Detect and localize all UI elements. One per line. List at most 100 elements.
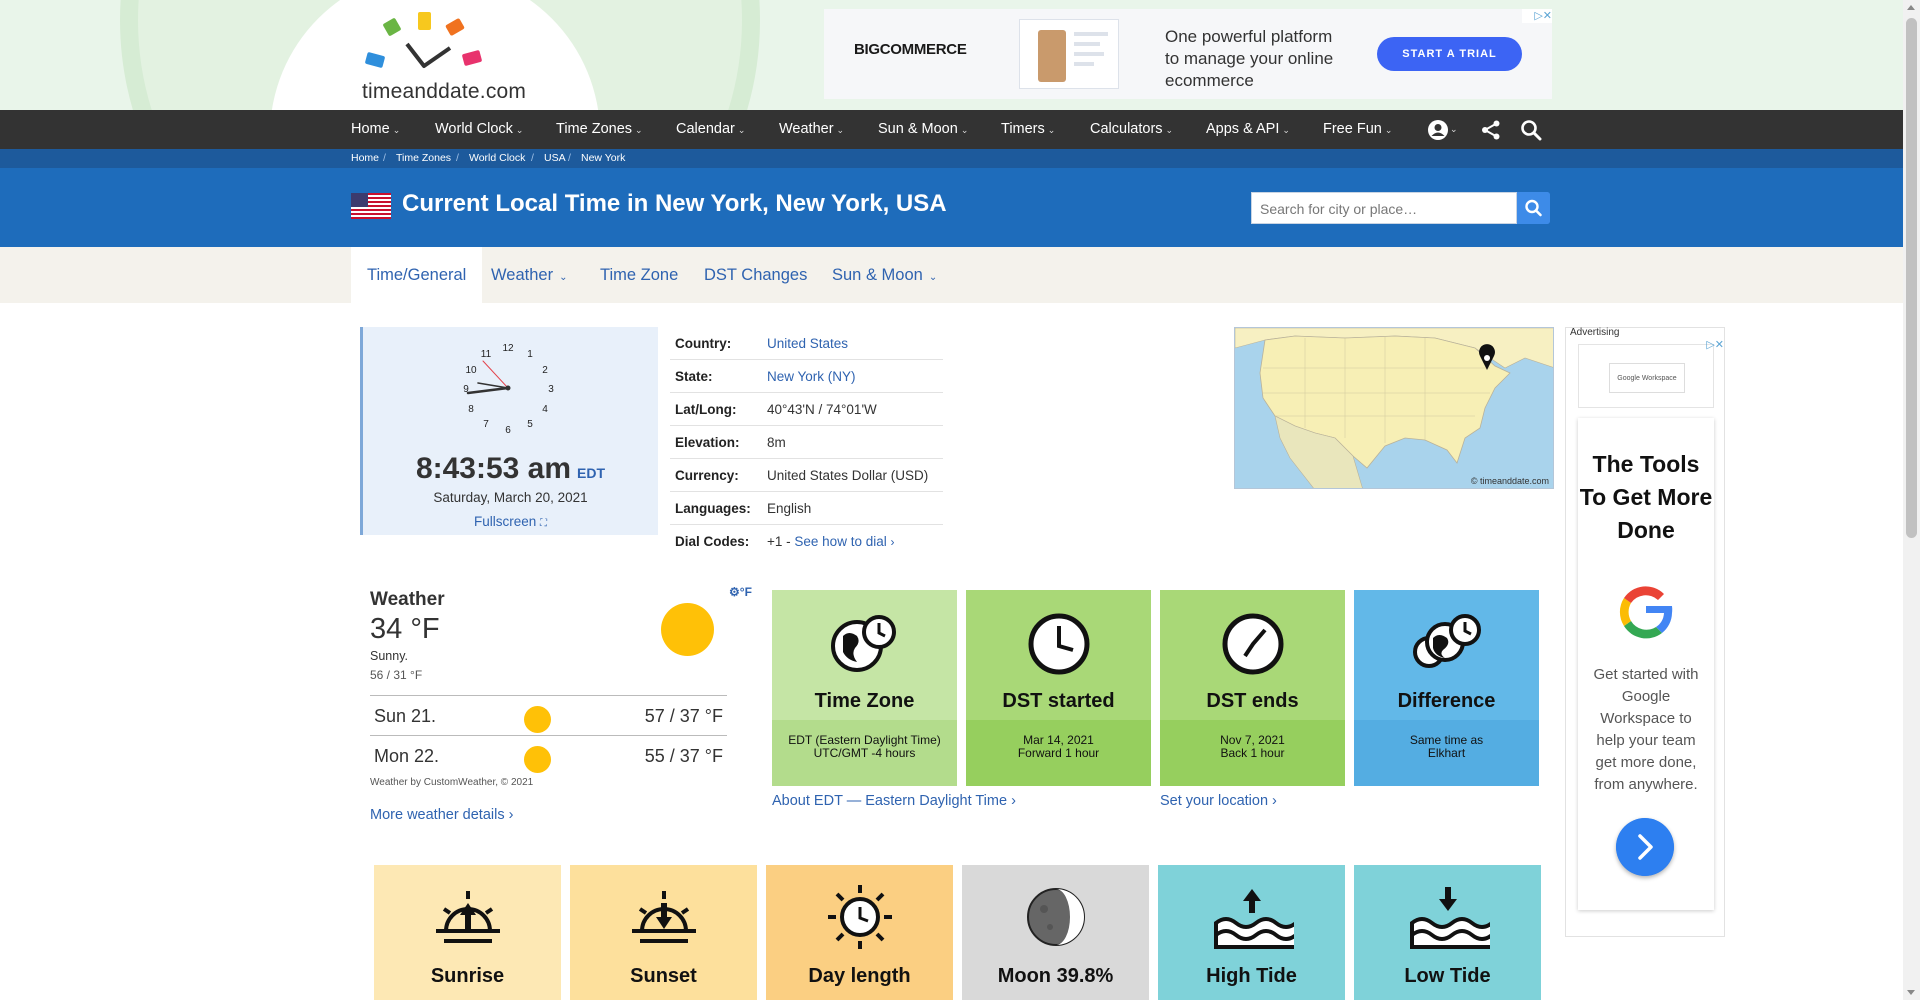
nav-item-weather[interactable]: Weather ⌄	[779, 110, 844, 149]
ad-close-icon[interactable]: ▷✕	[1694, 338, 1724, 352]
city-search-input[interactable]: Search for city or place…	[1251, 192, 1517, 224]
info-row-languages: Languages: English	[670, 492, 943, 525]
breadcrumb-home[interactable]: Home	[351, 152, 379, 164]
ad-body: Get started with Google Workspace to hel…	[1593, 666, 1699, 793]
breadcrumb-separator: /	[568, 152, 571, 164]
svg-text:4: 4	[542, 404, 548, 415]
tab-time-zone[interactable]: Time Zone	[584, 247, 694, 303]
fullscreen-icon: ⛶	[540, 518, 548, 529]
svg-text:3: 3	[548, 384, 554, 395]
tile-moon[interactable]: Moon 39.8%	[962, 865, 1149, 1000]
tab-time-general[interactable]: Time/General	[351, 247, 483, 303]
nav-item-time-zones[interactable]: Time Zones ⌄	[556, 110, 643, 149]
scrollbar-thumb[interactable]	[1906, 18, 1917, 538]
current-date: Saturday, March 20, 2021	[433, 490, 588, 505]
tile-high-tide[interactable]: High Tide	[1158, 865, 1345, 1000]
tab-dst-changes[interactable]: DST Changes	[688, 247, 823, 303]
tab-sun-moon[interactable]: Sun & Moon ⌄	[816, 247, 953, 303]
ad-close-icon[interactable]: ▷✕	[1522, 9, 1552, 23]
breadcrumb-world-clock[interactable]: World Clock	[469, 152, 525, 164]
logo-text[interactable]: timeanddate.com	[362, 80, 526, 104]
nav-item-timers[interactable]: Timers ⌄	[1001, 110, 1055, 149]
city-search-button[interactable]	[1517, 192, 1550, 224]
fullscreen-link[interactable]: Fullscreen ⛶	[363, 514, 658, 529]
breadcrumb-separator: /	[383, 152, 386, 164]
tile-bottom: Mar 14, 2021 Forward 1 hour	[966, 720, 1151, 786]
page-title: Current Local Time in New York, New York…	[402, 190, 947, 217]
sunset-icon	[632, 891, 696, 943]
breadcrumb-time-zones[interactable]: Time Zones	[396, 152, 451, 164]
how-to-dial-link[interactable]: See how to dial	[794, 534, 886, 549]
us-flag-icon	[351, 193, 391, 219]
tile-bottom: EDT (Eastern Daylight Time) UTC/GMT -4 ho…	[772, 720, 957, 786]
timezone-abbr[interactable]: EDT	[577, 465, 605, 481]
sub-navigation: Time/General Weather ⌄ Time Zone DST Chan…	[0, 247, 1903, 303]
sun-icon	[524, 706, 551, 733]
forecast-row: Sun 21. 57 / 37 °F	[370, 695, 727, 735]
moon-phase-icon	[1027, 888, 1085, 946]
info-row-latlong: Lat/Long: 40°43'N / 74°01'W	[670, 393, 943, 426]
sunrise-icon	[436, 891, 500, 943]
scroll-up-icon[interactable]	[1907, 5, 1915, 10]
ad-screenshot	[1019, 19, 1119, 89]
about-edt-link[interactable]: About EDT — Eastern Daylight Time ›	[772, 793, 1016, 809]
ad-headline: The Tools To Get More Done	[1579, 451, 1713, 543]
location-info-table: Country: United States State: New York (…	[670, 327, 943, 558]
arrow-right-icon[interactable]	[1616, 818, 1674, 876]
weather-condition: Sunny.	[370, 649, 408, 663]
country-link[interactable]: United States	[767, 336, 848, 351]
weather-settings[interactable]: ⚙°F	[729, 585, 752, 599]
tile-dst-started[interactable]: DST started Mar 14, 2021 Forward 1 hour	[966, 590, 1151, 786]
main-nav: Home ⌄ World Clock ⌄ Time Zones ⌄ Calendar ⌄…	[0, 110, 1903, 149]
chevron-right-icon: ›	[890, 535, 895, 549]
nav-item-calendar[interactable]: Calendar ⌄	[676, 110, 745, 149]
more-weather-link[interactable]: More weather details ›	[370, 807, 513, 823]
search-icon[interactable]	[1520, 119, 1542, 141]
tile-difference[interactable]: Difference Same time as Elkhart	[1354, 590, 1539, 786]
user-menu-caret-icon[interactable]: ⌄	[1450, 110, 1458, 149]
scroll-down-icon[interactable]	[1907, 990, 1915, 995]
chevron-right-icon: ›	[1272, 793, 1277, 809]
ad-card: The Tools To Get More Done Get started w…	[1578, 418, 1714, 910]
forecast-row: Mon 22. 55 / 37 °F	[370, 735, 727, 775]
tile-low-tide[interactable]: Low Tide	[1354, 865, 1541, 1000]
tile-sunrise[interactable]: Sunrise	[374, 865, 561, 1000]
chevron-down-icon: ⌄	[928, 272, 938, 283]
tile-sunset[interactable]: Sunset	[570, 865, 757, 1000]
ad-cta-button[interactable]: START A TRIAL	[1377, 37, 1522, 71]
set-location-link[interactable]: Set your location ›	[1160, 793, 1277, 809]
nav-item-calculators[interactable]: Calculators ⌄	[1090, 110, 1173, 149]
breadcrumb-usa[interactable]: USA	[544, 152, 566, 164]
tile-top: DST started	[966, 590, 1151, 720]
svg-text:6: 6	[505, 425, 511, 436]
nav-item-sun-moon[interactable]: Sun & Moon ⌄	[878, 110, 968, 149]
svg-text:12: 12	[502, 343, 514, 354]
svg-text:7: 7	[483, 419, 489, 430]
tile-time-zone[interactable]: Time Zone EDT (Eastern Daylight Time) UTC…	[772, 590, 957, 786]
title-bar: Current Local Time in New York, New York…	[0, 168, 1903, 247]
chevron-right-icon: ›	[508, 807, 514, 823]
user-icon[interactable]	[1427, 119, 1449, 141]
tab-weather[interactable]: Weather ⌄	[475, 247, 583, 303]
share-icon[interactable]	[1480, 119, 1502, 141]
clock-panel: 12 1 2 3 4 5 6 7 8 9 10 11 8:43:53 am EDT…	[360, 327, 658, 535]
tile-day-length[interactable]: Day length	[766, 865, 953, 1000]
location-map[interactable]: © timeanddate.com	[1234, 327, 1554, 489]
side-ad[interactable]: Advertising Google Workspace ▷✕ The Tool…	[1565, 327, 1725, 937]
state-link[interactable]: New York (NY)	[767, 369, 856, 384]
top-ad-banner[interactable]: BIGCOMMERCE One powerful platform to man…	[824, 9, 1552, 99]
world-clocks-icon	[1413, 614, 1481, 668]
nav-item-free-fun[interactable]: Free Fun ⌄	[1323, 110, 1392, 149]
nav-item-home[interactable]: Home ⌄	[351, 110, 400, 149]
nav-item-world-clock[interactable]: World Clock ⌄	[435, 110, 523, 149]
high-tide-icon	[1214, 889, 1294, 949]
tile-dst-ends[interactable]: DST ends Nov 7, 2021 Back 1 hour	[1160, 590, 1345, 786]
nav-item-apps-api[interactable]: Apps & API ⌄	[1206, 110, 1290, 149]
breadcrumb-new-york[interactable]: New York	[581, 152, 625, 164]
page-scrollbar[interactable]	[1903, 0, 1920, 1000]
tile-bottom: Nov 7, 2021 Back 1 hour	[1160, 720, 1345, 786]
clock-back-icon	[1222, 613, 1284, 675]
usa-map-icon	[1235, 328, 1553, 488]
ad-label: Advertising	[1570, 327, 1620, 338]
sun-clock-icon	[828, 885, 892, 949]
